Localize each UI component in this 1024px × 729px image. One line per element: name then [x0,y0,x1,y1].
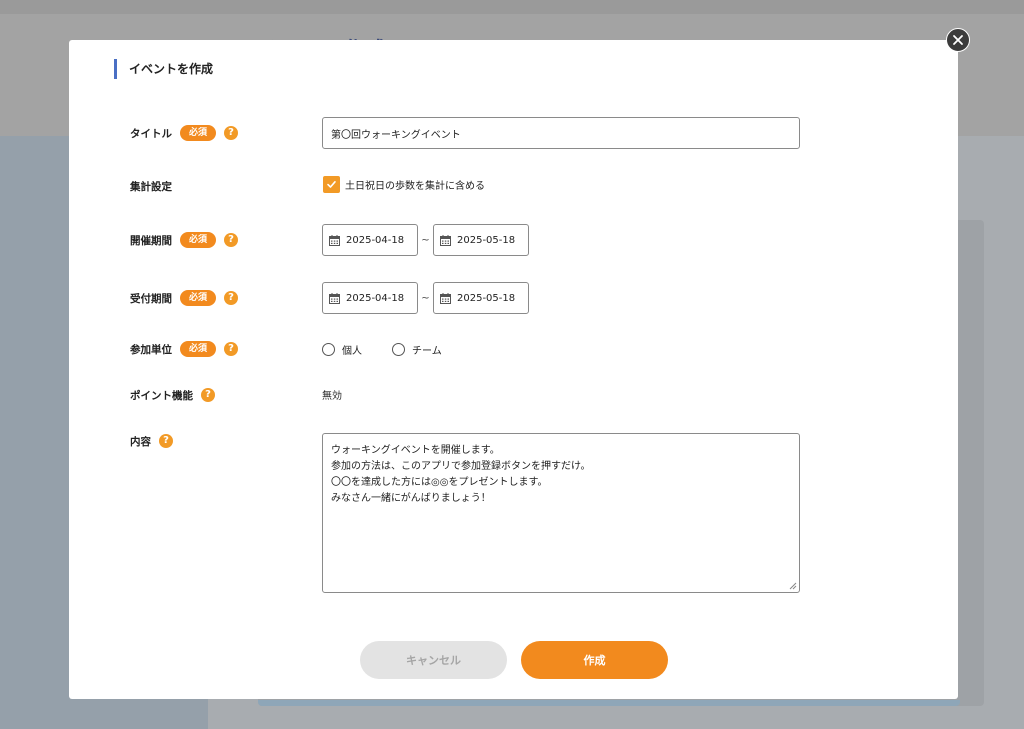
content-line: 〇〇を達成した方には◎◎をプレゼントします。 [331,477,548,488]
event-create-modal: イベントを作成 タイトル 必須 ? 集計設定 土日祝日の歩数を集計に含める 開催… [69,40,958,699]
content-line: 参加の方法は、このアプリで参加登録ボタンを押すだけ。 [331,461,591,472]
question-icon[interactable]: ? [224,291,239,305]
calendar-icon [329,234,340,246]
modal-title: イベントを作成 [114,59,213,79]
background-topbar [0,0,1024,14]
reception-period-label: 受付期間 [130,292,172,305]
aggregation-label-row: 集計設定 [130,177,172,195]
calendar-icon [440,292,451,304]
participation-unit-options: 個人 チーム [322,342,472,357]
resize-grip-icon[interactable] [789,582,797,590]
radio-team-label: チーム [412,346,442,357]
event-period-end-date[interactable]: 2025-05-18 [433,224,529,256]
content-line: みなさん一緒にがんばりましょう！ [331,493,491,504]
radio-team[interactable] [392,343,405,356]
event-period-start-value: 2025-04-18 [346,234,405,246]
reception-period-label-row: 受付期間 必須 ? [130,289,239,307]
cancel-button[interactable]: キャンセル [360,641,507,679]
close-icon [953,35,963,45]
range-separator: ~ [421,234,430,246]
point-function-value: 無効 [322,391,342,402]
title-input[interactable] [322,117,800,149]
radio-option-team[interactable]: チーム [392,342,442,357]
create-button[interactable]: 作成 [521,641,668,679]
reception-period-start-value: 2025-04-18 [346,292,405,304]
holiday-steps-checkbox[interactable] [323,176,340,193]
event-period-end-value: 2025-05-18 [457,234,516,246]
question-icon[interactable]: ? [224,233,239,247]
question-icon[interactable]: ? [224,126,239,140]
radio-individual-label: 個人 [342,346,362,357]
required-badge: 必須 [180,125,217,141]
event-period-label-row: 開催期間 必須 ? [130,231,239,249]
participation-unit-label-row: 参加単位 必須 ? [130,340,239,358]
radio-option-individual[interactable]: 個人 [322,342,362,357]
reception-period-range: 2025-04-18 ~ 2025-05-18 [322,282,529,314]
event-period-range: 2025-04-18 ~ 2025-05-18 [322,224,529,256]
radio-individual[interactable] [322,343,335,356]
required-badge: 必須 [180,290,217,306]
point-function-label-row: ポイント機能 ? [130,386,215,404]
question-icon[interactable]: ? [224,342,239,356]
holiday-steps-checkbox-row[interactable]: 土日祝日の歩数を集計に含める [323,176,485,193]
check-icon [327,181,336,188]
participation-unit-label: 参加単位 [130,343,172,356]
event-period-start-date[interactable]: 2025-04-18 [322,224,418,256]
content-label-row: 内容 ? [130,432,173,450]
question-icon[interactable]: ? [201,388,215,402]
calendar-icon [440,234,451,246]
holiday-steps-checkbox-label: 土日祝日の歩数を集計に含める [345,181,485,192]
title-label-row: タイトル 必須 ? [130,124,239,142]
question-icon[interactable]: ? [159,434,173,448]
content-label: 内容 [130,435,151,448]
content-line: ウォーキングイベントを開催します。 [331,445,500,456]
reception-period-end-date[interactable]: 2025-05-18 [433,282,529,314]
event-period-label: 開催期間 [130,234,172,247]
aggregation-label: 集計設定 [130,180,172,193]
required-badge: 必須 [180,232,217,248]
content-textarea[interactable]: ウォーキングイベントを開催します。 参加の方法は、このアプリで参加登録ボタンを押… [322,433,800,593]
reception-period-end-value: 2025-05-18 [457,292,516,304]
calendar-icon [329,292,340,304]
reception-period-start-date[interactable]: 2025-04-18 [322,282,418,314]
close-modal-button[interactable] [946,28,970,52]
title-label: タイトル [130,127,172,140]
range-separator: ~ [421,292,430,304]
point-function-label: ポイント機能 [130,389,193,402]
background-card-edge [258,700,960,706]
required-badge: 必須 [180,341,217,357]
